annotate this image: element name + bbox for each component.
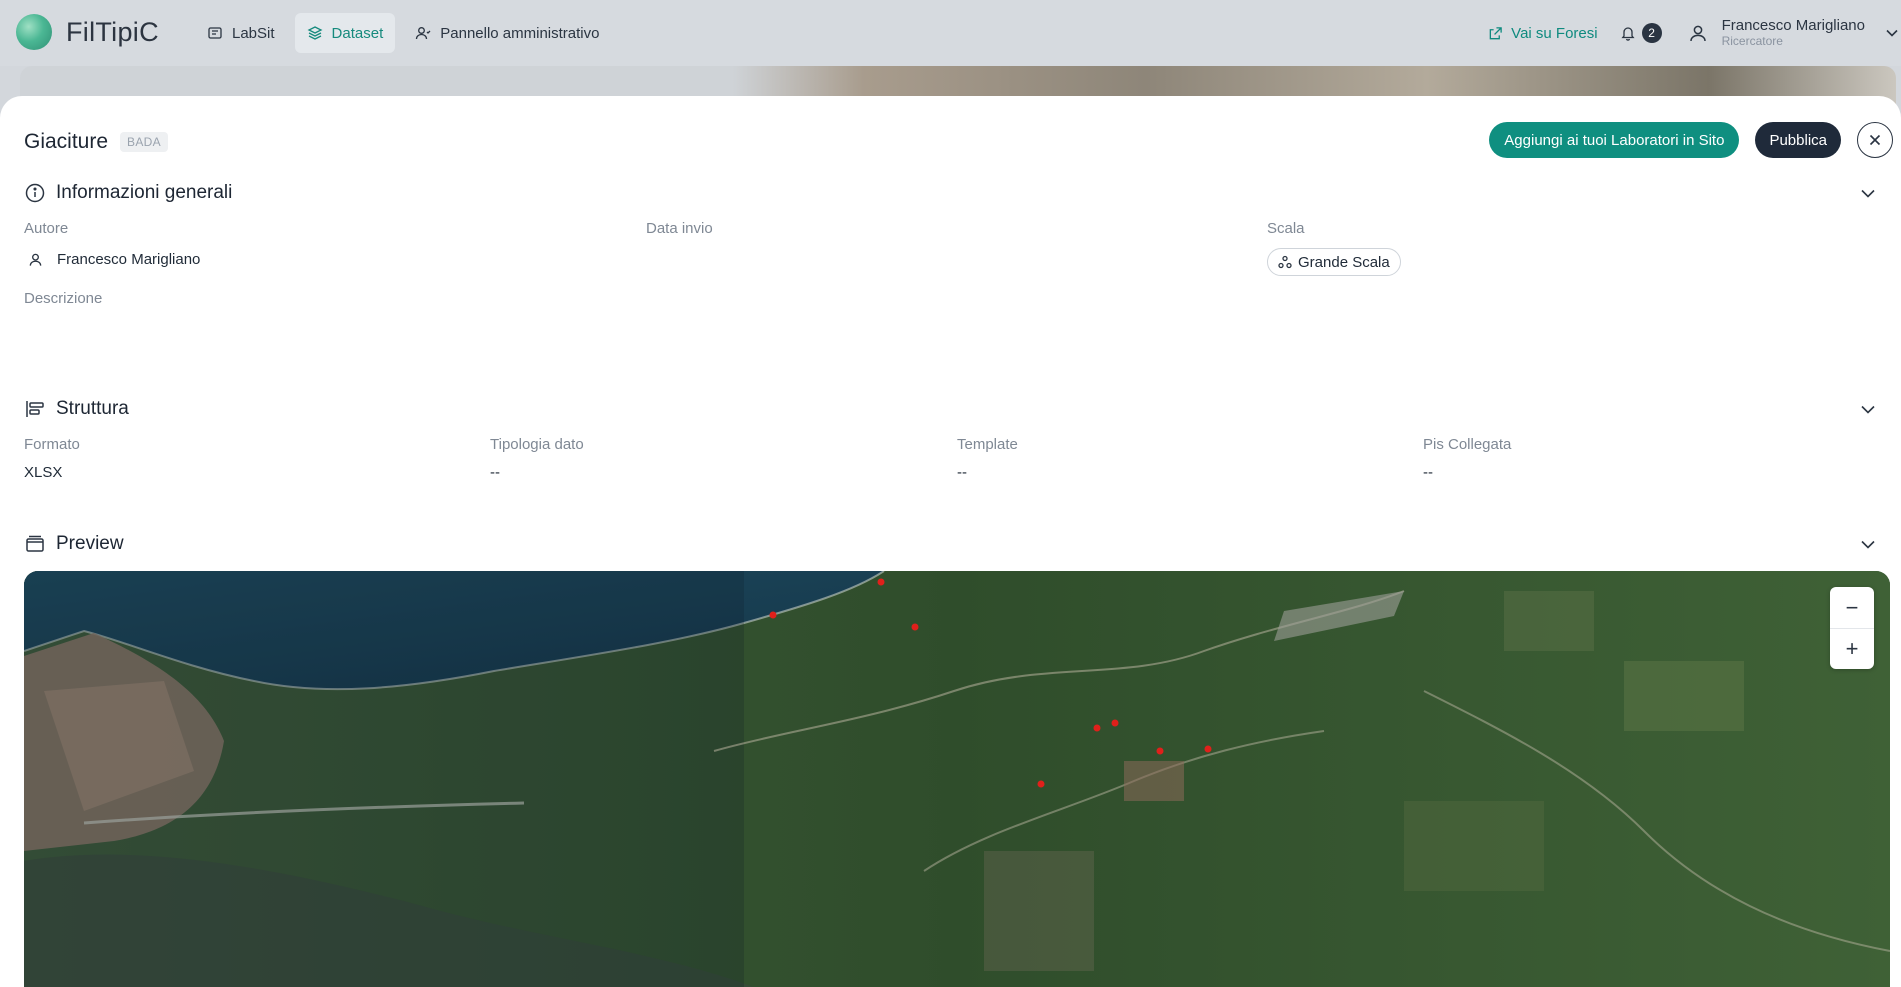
linked-pis-value: -- <box>1423 464 1433 481</box>
info-icon <box>25 183 45 203</box>
close-button[interactable] <box>1857 122 1893 158</box>
page-title: Giaciture <box>24 130 109 153</box>
zoom-in-button[interactable]: + <box>1830 628 1874 669</box>
data-type-value: -- <box>490 464 500 481</box>
header-actions: Aggiungi ai tuoi Laboratori in Sito Pubb… <box>1489 122 1893 158</box>
layers-icon <box>307 26 323 40</box>
scale-value: Grande Scala <box>1298 253 1390 271</box>
dataset-detail-panel: Giaciture BADA Aggiungi ai tuoi Laborato… <box>0 96 1901 987</box>
nav-item-label: LabSit <box>232 24 275 42</box>
linked-pis-label: Pis Collegata <box>1423 436 1512 453</box>
foresi-link-label: Vai su Foresi <box>1511 24 1598 42</box>
preview-icon <box>26 535 44 552</box>
section-structure-header[interactable]: Struttura <box>24 394 1885 424</box>
top-navbar: FilTipiC LabSit Dataset Pannello amminis… <box>0 0 1901 66</box>
section-title: Struttura <box>56 398 129 419</box>
logo-mark-icon <box>16 14 52 50</box>
foresi-link[interactable]: Vai su Foresi <box>1488 24 1598 42</box>
topbar-right: Vai su Foresi 2 Francesco Marigliano Ric… <box>1488 0 1901 66</box>
structure-icon <box>26 401 44 417</box>
date-label: Data invio <box>646 220 713 237</box>
scale-icon <box>1278 255 1292 269</box>
template-label: Template <box>957 436 1018 453</box>
nav-item-label: Dataset <box>331 24 384 42</box>
lab-icon <box>208 27 222 39</box>
nav-item-admin[interactable]: Pannello amministrativo <box>403 13 611 53</box>
map-zoom-controls: − + <box>1830 587 1874 669</box>
chevron-down-icon[interactable] <box>1859 184 1877 202</box>
publish-button[interactable]: Pubblica <box>1755 122 1841 158</box>
format-value: XLSX <box>24 464 63 481</box>
section-title: Informazioni generali <box>56 182 233 203</box>
section-title: Preview <box>56 533 124 554</box>
nav-item-dataset[interactable]: Dataset <box>294 13 396 53</box>
user-menu[interactable]: Francesco Marigliano Ricercatore <box>1688 17 1901 48</box>
add-to-labs-button[interactable]: Aggiungi ai tuoi Laboratori in Sito <box>1489 122 1740 158</box>
data-type-label: Tipologia dato <box>490 436 584 453</box>
chevron-down-icon[interactable] <box>1859 400 1877 418</box>
nav-item-labsit[interactable]: LabSit <box>195 13 287 53</box>
bell-icon <box>1621 27 1635 41</box>
satellite-imagery <box>24 571 1890 987</box>
nav-item-label: Pannello amministrativo <box>440 24 600 42</box>
scale-label: Scala <box>1267 220 1305 237</box>
notifications-badge: 2 <box>1641 23 1662 43</box>
preview-map[interactable]: − + <box>24 571 1890 987</box>
user-info: Francesco Marigliano Ricercatore <box>1722 17 1865 48</box>
description-label: Descrizione <box>24 290 103 307</box>
app-logo[interactable]: FilTipiC <box>16 14 159 50</box>
notifications-button[interactable]: 2 <box>1620 23 1662 43</box>
user-role: Ricercatore <box>1721 33 1783 48</box>
section-preview-header[interactable]: Preview <box>24 529 1885 559</box>
external-link-icon <box>1489 26 1502 39</box>
author-value: Francesco Marigliano <box>24 251 200 268</box>
template-value: -- <box>957 464 967 481</box>
section-general-info-header[interactable]: Informazioni generali <box>24 178 1885 208</box>
close-icon <box>1869 134 1881 146</box>
user-icon <box>1689 25 1706 42</box>
chevron-down-icon <box>1886 29 1898 37</box>
user-name: Francesco Marigliano <box>1721 17 1865 35</box>
panel-header: Giaciture BADA Aggiungi ai tuoi Laborato… <box>24 122 1901 162</box>
dataset-tag: BADA <box>120 132 168 152</box>
main-nav: LabSit Dataset Pannello amministrativo <box>195 13 612 53</box>
user-icon <box>29 253 42 266</box>
admin-icon <box>416 27 431 40</box>
app-name: FilTipiC <box>66 16 159 47</box>
zoom-out-button[interactable]: − <box>1830 587 1874 628</box>
author-name: Francesco Marigliano <box>57 251 201 268</box>
chevron-down-icon[interactable] <box>1859 535 1877 553</box>
format-label: Formato <box>24 436 80 453</box>
author-label: Autore <box>24 220 69 237</box>
scale-chip: Grande Scala <box>1267 248 1401 276</box>
